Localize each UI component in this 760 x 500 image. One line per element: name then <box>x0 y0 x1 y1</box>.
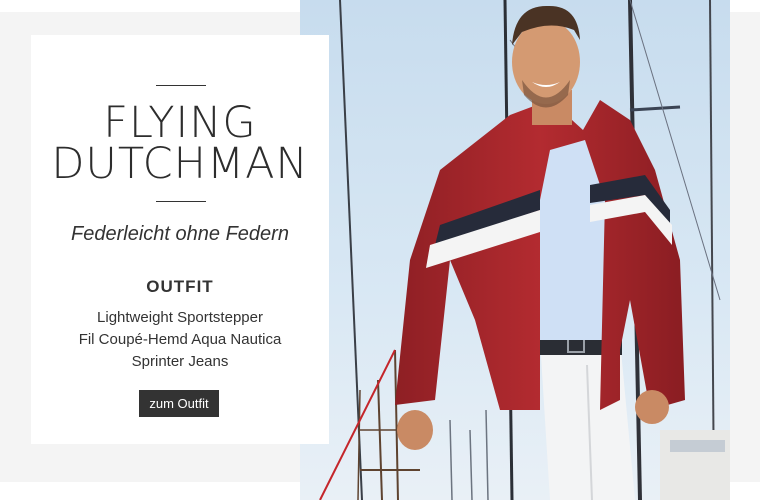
right-top-band <box>730 0 760 12</box>
tagline: Federleicht ohne Federn <box>71 223 289 245</box>
bottom-rule <box>156 201 206 202</box>
outfit-item: Sprinter Jeans <box>131 353 229 370</box>
outfit-item: Lightweight Sportstepper <box>97 309 263 326</box>
promo-card: FLYING DUTCHMAN Federleicht ohne Federn … <box>31 35 329 444</box>
outfit-heading: OUTFIT <box>146 277 214 296</box>
top-rule <box>156 85 206 86</box>
man-sailboat-photo-icon <box>300 0 730 500</box>
outfit-item: Fil Coupé-Hemd Aqua Nautica <box>78 331 282 348</box>
outfit-button[interactable]: zum Outfit <box>139 390 219 417</box>
brand-line-1: FLYING <box>103 98 257 148</box>
right-bottom-band <box>730 482 760 500</box>
brand-title: FLYING DUTCHMAN <box>31 98 329 189</box>
promo-banner[interactable]: FLYING DUTCHMAN Federleicht ohne Federn … <box>0 0 760 500</box>
outfit-items: Lightweight Sportstepper Fil Coupé-Hemd … <box>31 307 329 373</box>
brand-line-2: DUTCHMAN <box>51 139 309 189</box>
hero-photo[interactable] <box>300 0 730 500</box>
right-margin <box>730 0 760 500</box>
